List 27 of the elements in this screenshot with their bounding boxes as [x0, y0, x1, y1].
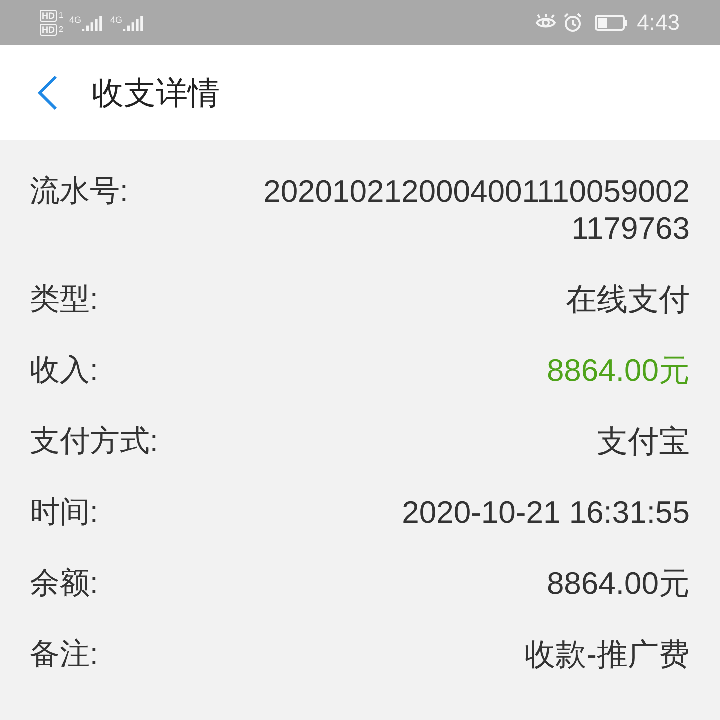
detail-value: 20201021200040011100590021179763	[262, 173, 690, 247]
sim-slot-label: 2	[59, 24, 64, 34]
detail-value: 8864.00元	[546, 565, 690, 602]
clock-time: 4:43	[637, 9, 680, 37]
sim-slot-label: 1	[59, 10, 64, 20]
detail-label: 余额:	[30, 566, 98, 602]
detail-value: 2020-10-21 16:31:55	[402, 494, 690, 531]
detail-value: 收款-推广费	[524, 636, 690, 673]
detail-label: 支付方式:	[30, 424, 158, 460]
network-label: 4G	[110, 14, 122, 24]
signal-icon	[123, 14, 146, 30]
alarm-clock-icon	[563, 12, 584, 32]
signal-icon	[82, 14, 104, 30]
detail-value: 支付宝	[597, 423, 690, 460]
detail-label: 收入:	[30, 353, 98, 389]
detail-label: 备注:	[30, 637, 98, 673]
detail-value: 8864.00元	[546, 352, 690, 389]
hd-badge: HD	[40, 10, 57, 22]
detail-label: 时间:	[30, 495, 98, 531]
back-button[interactable]	[36, 74, 58, 110]
hd-badge: HD	[40, 24, 57, 36]
page-title: 收支详情	[92, 74, 220, 112]
network-label: 4G	[69, 14, 82, 24]
detail-label: 类型:	[30, 282, 98, 318]
detail-label: 流水号:	[30, 174, 128, 210]
battery-icon	[595, 14, 628, 30]
detail-value: 在线支付	[566, 281, 690, 318]
